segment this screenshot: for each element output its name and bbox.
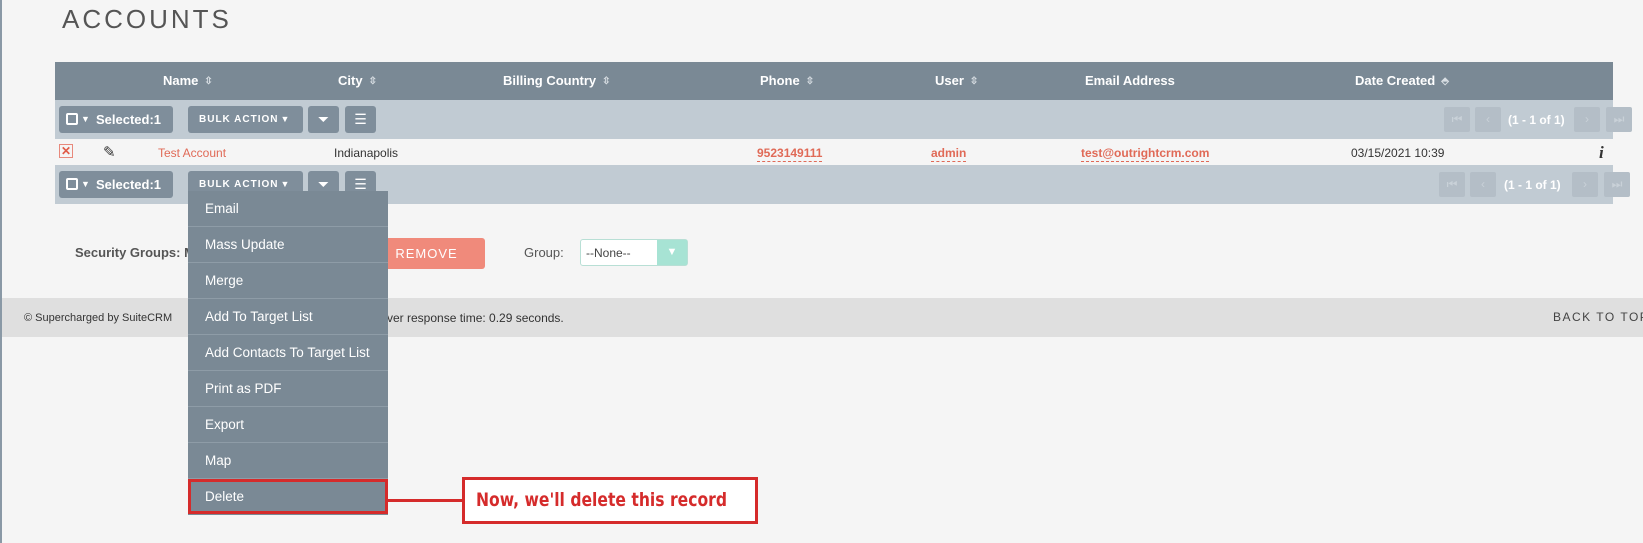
sort-icon[interactable]: ⇳	[204, 76, 212, 87]
city-cell: Indianapolis	[334, 146, 399, 160]
last-page-button[interactable]: ⏭	[1604, 172, 1630, 197]
menu-item-mass-update[interactable]: Mass Update	[188, 227, 388, 263]
footer-credit: © Supercharged by SuiteCRM	[24, 312, 173, 324]
chevron-down-icon: ▼	[81, 114, 90, 124]
column-chooser-button[interactable]: ☰	[345, 106, 376, 133]
sort-icon[interactable]: ⇳	[369, 76, 377, 87]
column-header-billing-country[interactable]: Billing Country ⇳	[503, 73, 611, 88]
user-link[interactable]: admin	[931, 146, 967, 162]
group-label: Group:	[524, 245, 564, 260]
chevron-left-icon: ‹	[1481, 177, 1485, 191]
phone-link[interactable]: 9523149111	[757, 146, 823, 162]
select-all-dropdown[interactable]: ▼ Selected:1	[59, 171, 173, 198]
chevron-down-icon: ▼	[81, 179, 90, 189]
table-row: ✕ ✎ Test Account Indianapolis 9523149111…	[55, 139, 1613, 165]
bulk-action-button[interactable]: BULK ACTION ▼	[188, 106, 303, 133]
filter-icon: ⏷	[317, 176, 330, 192]
chevron-right-icon: ›	[1585, 112, 1589, 126]
page-title: ACCOUNTS	[62, 4, 232, 34]
last-page-icon: ⏭	[1611, 177, 1623, 191]
list-icon: ☰	[354, 111, 367, 127]
checkbox-icon[interactable]	[66, 178, 78, 190]
select-all-dropdown[interactable]: ▼ Selected:1	[59, 106, 173, 133]
table-header: Name ⇳ City ⇳ Billing Country ⇳ Phone ⇳ User…	[55, 62, 1613, 100]
callout-connector	[387, 499, 462, 502]
chevron-left-icon: ‹	[1486, 112, 1490, 126]
list-view: Name ⇳ City ⇳ Billing Country ⇳ Phone ⇳ User…	[55, 62, 1632, 204]
list-icon: ☰	[354, 176, 367, 192]
sort-icon[interactable]: ⇳	[602, 76, 610, 87]
sort-desc-icon[interactable]: ⬘	[1441, 76, 1449, 87]
bulk-action-menu: Email Mass Update Merge Add To Target Li…	[188, 191, 388, 515]
pagination-text: (1 - 1 of 1)	[1504, 178, 1561, 192]
filter-icon: ⏷	[317, 111, 330, 127]
email-link[interactable]: test@outrightcrm.com	[1081, 146, 1210, 162]
close-icon[interactable]: ✕	[59, 144, 73, 158]
prev-page-button[interactable]: ‹	[1470, 172, 1496, 197]
account-name-link[interactable]: Test Account	[158, 146, 226, 160]
last-page-button[interactable]: ⏭	[1606, 107, 1632, 132]
column-header-email: Email Address	[1085, 73, 1175, 88]
group-select[interactable]: --None-- ▼	[580, 239, 688, 266]
checkbox-icon[interactable]	[66, 113, 78, 125]
window-edge	[0, 0, 2, 543]
security-groups-label: Security Groups: M	[75, 245, 195, 260]
column-header-phone[interactable]: Phone ⇳	[760, 73, 814, 88]
menu-item-add-contacts-to-target-list[interactable]: Add Contacts To Target List	[188, 335, 388, 371]
column-header-name[interactable]: Name ⇳	[163, 73, 213, 88]
info-icon[interactable]: i	[1599, 143, 1604, 163]
next-page-button[interactable]: ›	[1572, 172, 1598, 197]
sort-icon[interactable]: ⇳	[970, 76, 978, 87]
column-header-city[interactable]: City ⇳	[338, 73, 377, 88]
first-page-icon: ⏮	[1446, 177, 1458, 191]
date-created-cell: 03/15/2021 10:39	[1351, 146, 1445, 160]
menu-item-email[interactable]: Email	[188, 191, 388, 227]
menu-item-delete[interactable]: Delete	[188, 479, 388, 514]
first-page-icon: ⏮	[1451, 112, 1463, 126]
annotation-callout: Now, we'll delete this record	[462, 477, 758, 524]
first-page-button[interactable]: ⏮	[1439, 172, 1465, 197]
next-page-button[interactable]: ›	[1574, 107, 1600, 132]
menu-item-add-to-target-list[interactable]: Add To Target List	[188, 299, 388, 335]
pencil-icon[interactable]: ✎	[103, 143, 116, 161]
prev-page-button[interactable]: ‹	[1475, 107, 1501, 132]
back-to-top-link[interactable]: BACK TO TOP ⌃	[1553, 310, 1643, 324]
column-header-date-created[interactable]: Date Created ⬘	[1355, 73, 1449, 88]
chevron-down-icon: ▼	[280, 114, 291, 124]
menu-item-map[interactable]: Map	[188, 443, 388, 479]
pagination-text: (1 - 1 of 1)	[1508, 113, 1565, 127]
sort-icon[interactable]: ⇳	[806, 76, 814, 87]
menu-item-print-as-pdf[interactable]: Print as PDF	[188, 371, 388, 407]
menu-item-export[interactable]: Export	[188, 407, 388, 443]
chevron-down-icon: ▼	[280, 179, 291, 189]
server-response-time: ver response time: 0.29 seconds.	[387, 311, 564, 325]
filter-button[interactable]: ⏷	[308, 106, 339, 133]
first-page-button[interactable]: ⏮	[1444, 107, 1470, 132]
chevron-down-icon[interactable]: ▼	[657, 240, 687, 265]
chevron-right-icon: ›	[1583, 177, 1587, 191]
column-header-user[interactable]: User ⇳	[935, 73, 978, 88]
top-action-bar: ▼ Selected:1 BULK ACTION ▼ ⏷ ☰ ⏮ ‹ (1 - 1…	[55, 100, 1632, 139]
last-page-icon: ⏭	[1613, 112, 1625, 126]
menu-item-merge[interactable]: Merge	[188, 263, 388, 299]
